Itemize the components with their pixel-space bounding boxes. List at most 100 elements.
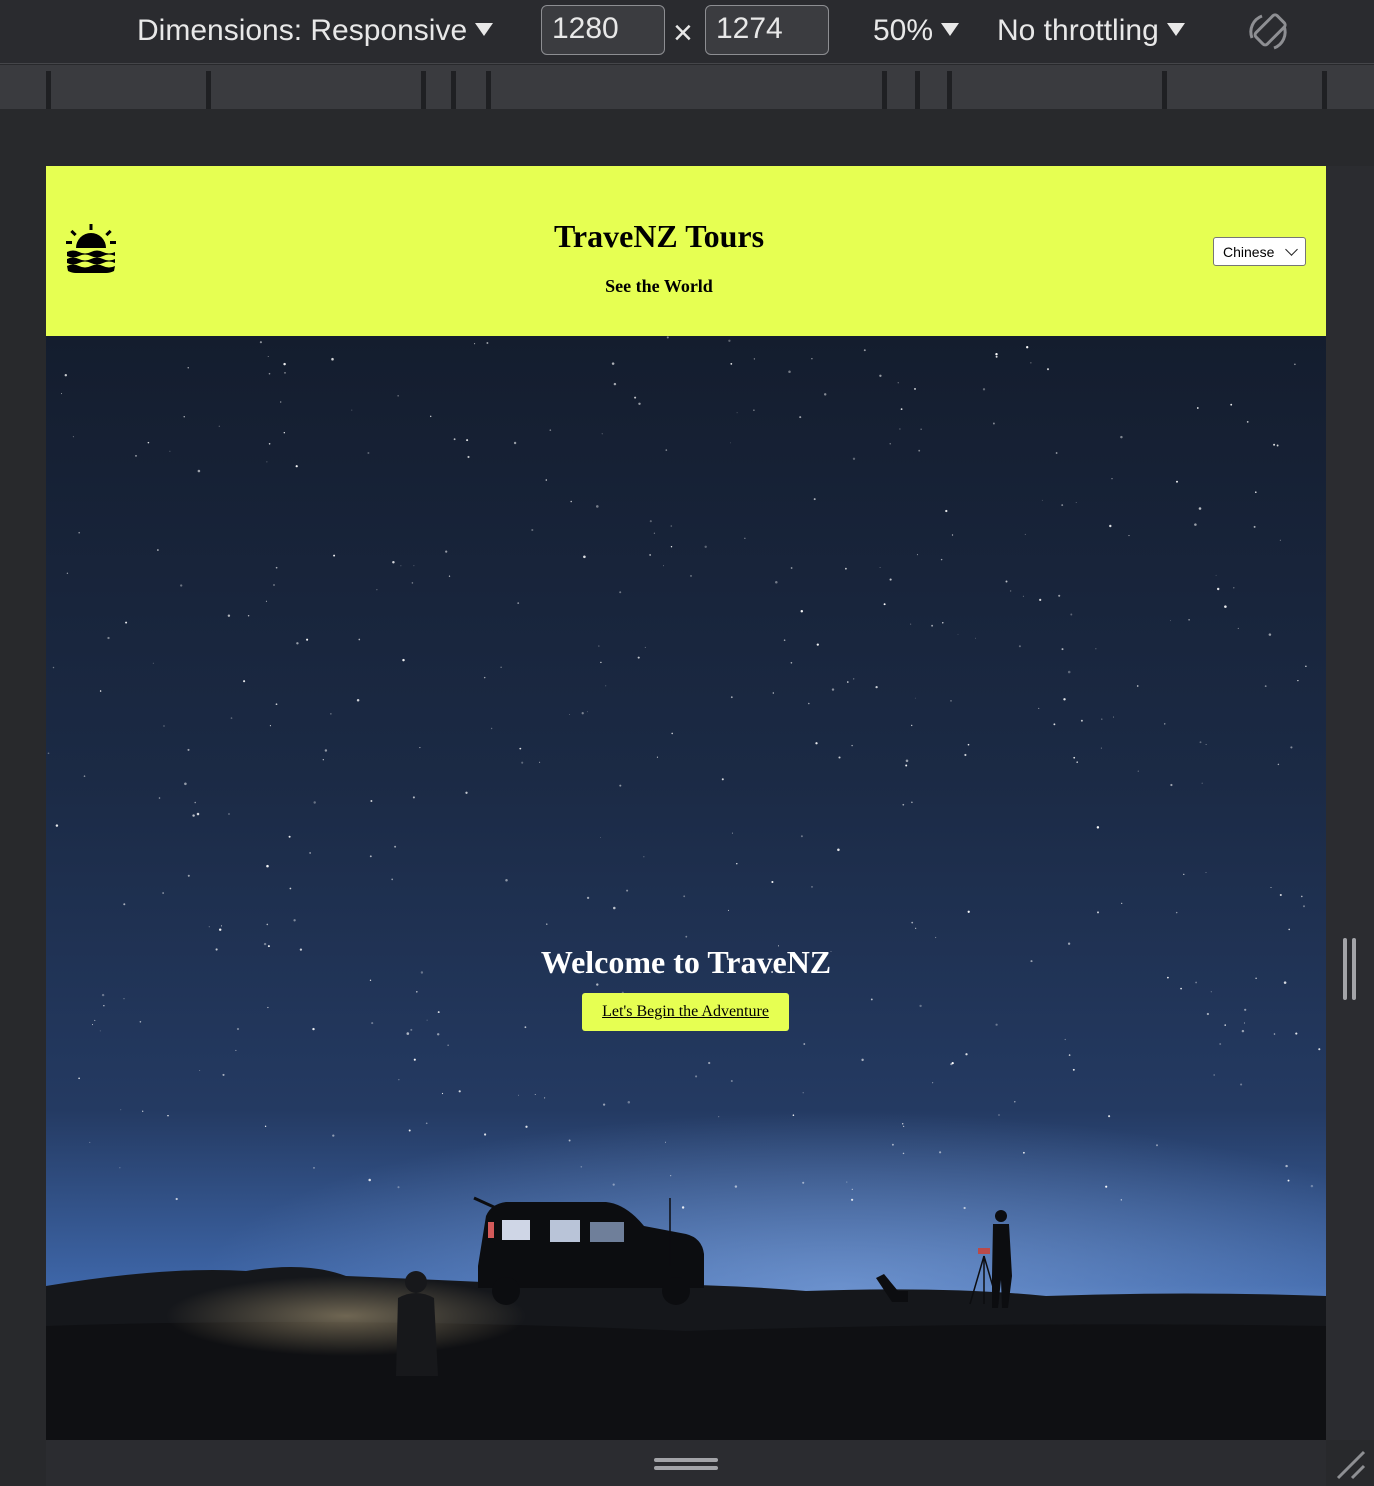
star [897,382,899,384]
star [288,835,291,838]
media-query-segment[interactable] [46,71,206,109]
star [1279,893,1282,897]
star [324,749,328,752]
star [1136,685,1139,687]
chevron-down-icon [475,22,494,36]
star [799,416,802,419]
grip-line [654,1458,718,1462]
star [734,1185,738,1188]
star [391,878,394,881]
dimensions-dropdown[interactable]: Dimensions: Responsive [137,14,494,48]
star [402,658,405,662]
star [546,923,548,925]
media-query-segment[interactable] [421,71,451,109]
star [264,1125,267,1127]
star [227,614,231,617]
star [838,756,841,759]
throttling-dropdown[interactable]: No throttling [997,14,1185,48]
star [1244,1008,1247,1011]
star [47,752,50,755]
width-input[interactable]: 1280 [541,5,665,55]
star [408,1129,411,1132]
star [376,589,378,591]
star [1026,346,1029,349]
star [911,921,914,924]
star [163,725,165,727]
star [1109,524,1112,528]
star [1310,1184,1314,1188]
star [583,555,586,559]
grip-line [1343,938,1347,1000]
star [184,782,187,786]
star [627,1101,631,1104]
star [519,747,522,750]
star [486,342,489,344]
height-input[interactable]: 1274 [705,5,829,55]
language-select[interactable]: Chinese [1213,237,1306,266]
star [1095,648,1097,650]
star [939,1151,942,1154]
star [1100,747,1102,749]
star [1111,478,1113,480]
media-query-segment[interactable] [1322,71,1374,109]
viewport-resize-handle-bottom[interactable] [46,1440,1326,1486]
star [230,717,233,719]
star [1018,645,1021,648]
dimension-separator: × [673,14,693,52]
star [64,374,67,377]
star [721,778,724,781]
media-query-segment[interactable] [947,71,1162,109]
star [458,1090,461,1093]
media-query-segment[interactable] [206,71,421,109]
star [1213,1074,1216,1076]
star [152,662,154,664]
viewport-resize-handle-right[interactable] [1326,166,1374,1440]
star [788,370,791,374]
star [914,387,916,390]
star [1022,595,1024,597]
star [266,461,268,463]
star [910,623,912,625]
star [419,747,421,749]
star [683,895,686,898]
star [283,362,286,366]
star [1108,1115,1111,1118]
star [157,549,159,551]
star [1201,782,1203,784]
star [934,936,937,939]
star [197,469,201,473]
media-query-segment[interactable] [1162,71,1322,109]
star [1285,1164,1288,1168]
media-query-segment[interactable] [486,71,882,109]
star [727,909,729,911]
media-query-segment[interactable] [451,71,486,109]
star [236,1027,240,1031]
star [967,743,970,746]
rotate-device-icon[interactable] [1244,8,1292,56]
star [1294,363,1296,366]
star [847,681,849,683]
star [333,554,336,557]
star [951,1061,954,1065]
star [416,991,418,993]
star [1080,719,1083,722]
resize-corner-icon[interactable] [1332,1446,1368,1482]
star [447,1044,449,1046]
star [1039,598,1042,602]
star [998,1114,1000,1116]
star [816,643,819,646]
star [72,436,74,438]
star [666,336,669,339]
zoom-dropdown[interactable]: 50% [873,14,960,48]
star [1297,679,1299,682]
star [332,1134,335,1137]
star [613,906,616,910]
star [837,848,840,852]
star [644,646,646,648]
begin-adventure-button[interactable]: Let's Begin the Adventure [582,993,789,1031]
star [61,393,62,395]
media-query-segment[interactable] [915,71,947,109]
media-query-segment[interactable] [882,71,915,109]
star [643,856,645,858]
star [808,702,810,705]
